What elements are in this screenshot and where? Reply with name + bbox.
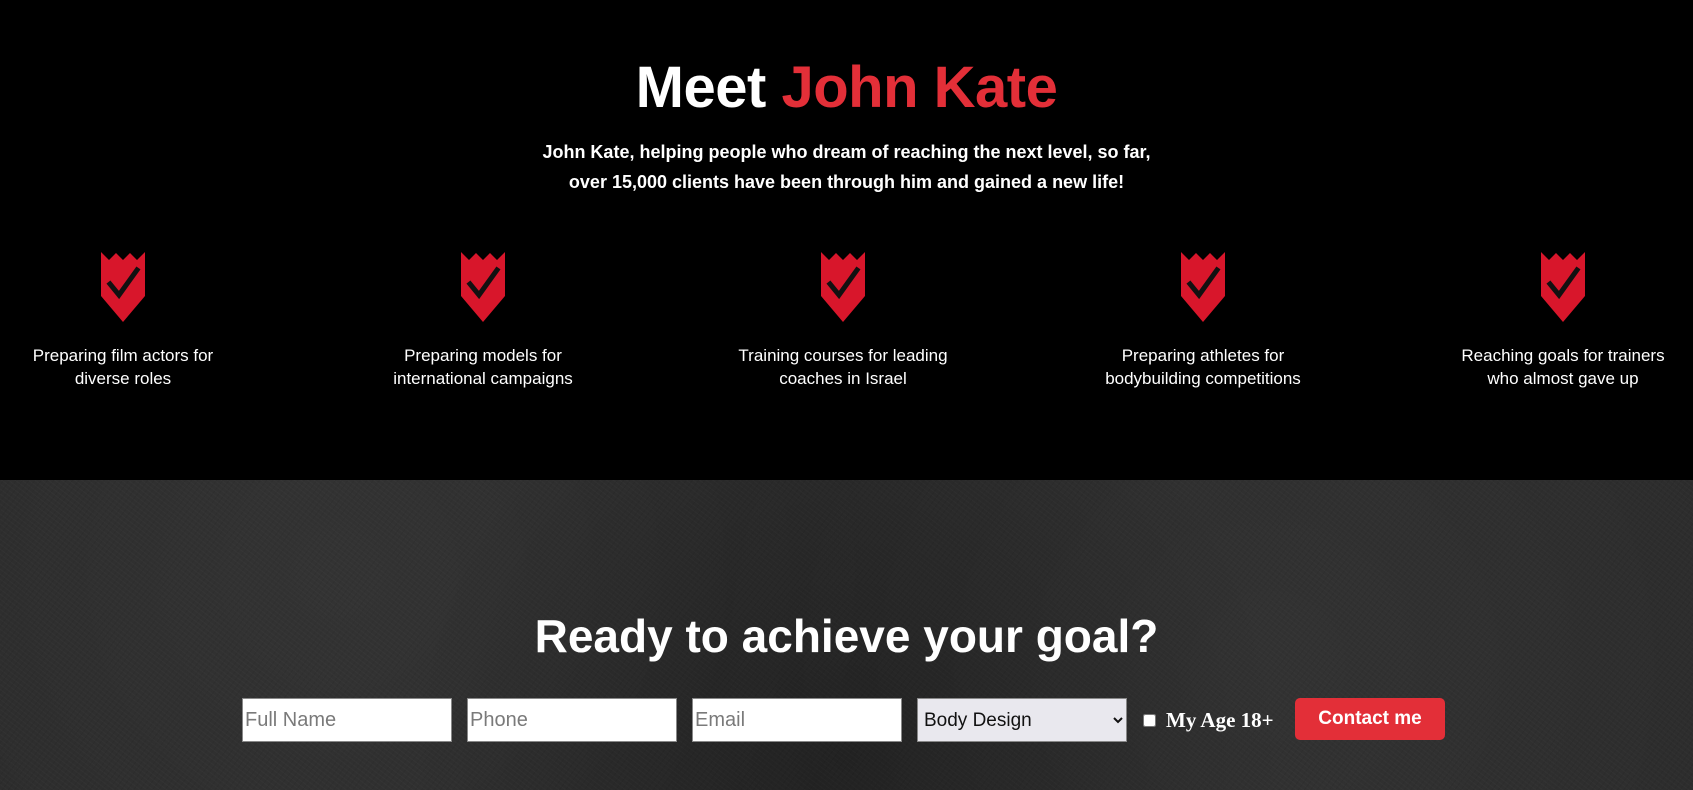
feature-text-line: Preparing athletes for [1121,346,1285,365]
cta-title: Ready to achieve your goal? [534,610,1159,662]
feature-item: Preparing film actors for diverse roles [0,250,273,390]
feature-text: Preparing film actors for diverse roles [0,344,273,390]
feature-text-line: Reaching goals for trainers [1461,346,1665,365]
shield-check-icon [821,252,865,322]
meet-title-name: John Kate [781,55,1058,120]
feature-text-line: Preparing film actors for [32,346,214,365]
feature-item: Preparing models for international campa… [333,250,633,390]
full-name-input[interactable] [242,698,452,742]
feature-text-line: Preparing models for [404,346,562,365]
feature-text-line: international campaigns [393,369,573,388]
feature-item: Reaching goals for trainers who almost g… [1413,250,1693,390]
feature-text: Preparing models for international campa… [333,344,633,390]
shield-check-icon [461,252,505,322]
service-select[interactable]: Body Design [917,698,1127,742]
feature-text: Reaching goals for trainers who almost g… [1413,344,1693,390]
shield-check-icon [101,252,145,322]
feature-item: Preparing athletes for bodybuilding comp… [1053,250,1353,390]
feature-text-line: diverse roles [74,369,172,388]
meet-title: Meet John Kate [0,52,1693,124]
contact-form: Body Design My Age 18+ Contact me [242,698,1472,742]
phone-input[interactable] [467,698,677,742]
age-label: My Age 18+ [1166,707,1274,732]
age-checkbox[interactable] [1143,713,1156,727]
shield-check-icon [1181,252,1225,322]
feature-text: Training courses for leading coaches in … [693,344,993,390]
meet-subtitle-line: over 15,000 clients have been through hi… [568,172,1125,192]
shield-check-icon [1541,252,1585,322]
meet-section: Meet John Kate John Kate, helping people… [0,0,1693,480]
feature-text-line: Training courses for leading [738,346,948,365]
meet-subtitle: John Kate, helping people who dream of r… [0,137,1693,197]
feature-text-line: coaches in Israel [779,369,907,388]
features-row: Preparing film actors for diverse roles … [0,250,1693,400]
email-input[interactable] [692,698,902,742]
meet-title-prefix: Meet [635,55,767,120]
feature-text: Preparing athletes for bodybuilding comp… [1053,344,1353,390]
cta-section: Ready to achieve your goal? Body Design … [0,480,1693,790]
feature-text-line: bodybuilding competitions [1105,369,1301,388]
feature-item: Training courses for leading coaches in … [693,250,993,390]
age-confirm[interactable]: My Age 18+ [1140,698,1274,742]
contact-me-button[interactable]: Contact me [1295,698,1445,740]
meet-subtitle-line: John Kate, helping people who dream of r… [542,142,1151,162]
feature-text-line: who almost gave up [1487,369,1639,388]
